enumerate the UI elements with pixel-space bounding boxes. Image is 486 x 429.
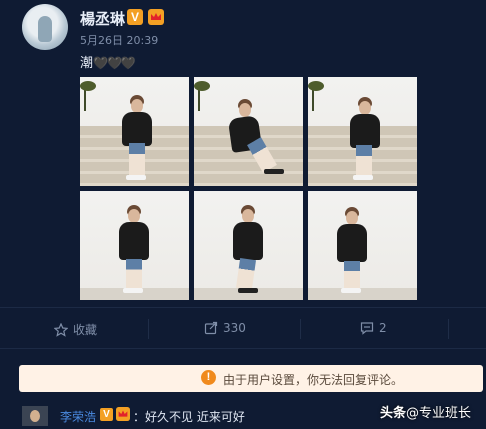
watermark: 头条@专业班长 xyxy=(380,402,471,421)
post-timestamp: 5月26日 20:39 xyxy=(80,34,159,47)
post-text: 潮🖤🖤🖤 xyxy=(80,52,136,71)
photo-thumbnail[interactable] xyxy=(194,191,303,300)
commenter-avatar[interactable] xyxy=(22,406,48,426)
comment-icon xyxy=(360,322,374,335)
star-icon xyxy=(54,322,68,337)
action-bar: 收藏 330 2 xyxy=(0,307,486,349)
repost-button[interactable]: 330 xyxy=(204,321,246,335)
hearts-emoji: 🖤🖤🖤 xyxy=(93,56,136,70)
photo-thumbnail[interactable] xyxy=(194,77,303,186)
photo-grid xyxy=(80,77,417,300)
share-icon xyxy=(204,321,218,335)
commenter-name[interactable]: 李荣浩 xyxy=(60,408,96,425)
photo-thumbnail[interactable] xyxy=(308,77,417,186)
repost-count: 330 xyxy=(223,321,246,335)
post-text-content: 潮 xyxy=(80,56,94,71)
favorite-label: 收藏 xyxy=(73,323,98,337)
verified-v-icon: V xyxy=(100,408,113,421)
watermark-brand: 头条 xyxy=(380,406,407,421)
photo-thumbnail[interactable] xyxy=(80,77,189,186)
author-avatar[interactable] xyxy=(22,4,68,50)
photo-thumbnail[interactable] xyxy=(80,191,189,300)
comment-separator: ： xyxy=(133,410,146,424)
crown-icon xyxy=(116,407,130,421)
watermark-handle: @专业班长 xyxy=(406,406,472,421)
author-name[interactable]: 楊丞琳 xyxy=(80,8,125,29)
verified-v-icon: V xyxy=(127,9,143,25)
comment-button[interactable]: 2 xyxy=(360,321,387,335)
warning-icon: ! xyxy=(201,370,216,385)
comment-body: 好久不见 近来可好 xyxy=(145,410,245,424)
notice-text: 由于用户设置，你无法回复评论。 xyxy=(223,373,404,387)
favorite-button[interactable]: 收藏 xyxy=(54,321,97,338)
reply-disabled-notice: ! 由于用户设置，你无法回复评论。 xyxy=(19,365,483,392)
photo-thumbnail[interactable] xyxy=(308,191,417,300)
comment-text: ：好久不见 近来可好 xyxy=(133,408,245,425)
crown-icon xyxy=(148,9,164,25)
comment-count: 2 xyxy=(379,321,387,335)
